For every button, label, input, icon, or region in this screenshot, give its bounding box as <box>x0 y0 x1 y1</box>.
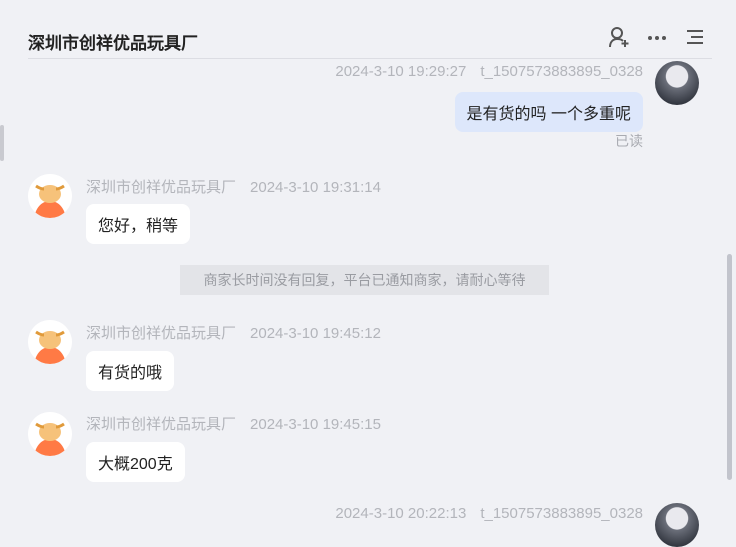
message-meta: 深圳市创祥优品玩具厂 2024-3-10 19:31:14 <box>86 176 381 197</box>
message-text: 有货的哦 <box>86 351 175 391</box>
message-text: 是有货的吗 一个多重呢 <box>454 92 643 132</box>
message-sender: 深圳市创祥优品玩具厂 <box>86 179 237 196</box>
message-text: 您好，稍等 <box>86 204 191 244</box>
user-add-icon[interactable] <box>608 26 630 48</box>
panel-resize-handle[interactable] <box>0 125 4 161</box>
message-time: 2024-3-10 19:45:12 <box>250 325 381 342</box>
shop-avatar[interactable] <box>28 320 72 364</box>
chat-title: 深圳市创祥优品玩具厂 <box>28 34 198 53</box>
message-sender: t_1507573883895_0328 <box>480 505 643 522</box>
system-notice: 商家长时间没有回复，平台已通知商家，请耐心等待 <box>180 265 549 295</box>
message-sender: 深圳市创祥优品玩具厂 <box>86 416 237 433</box>
menu-icon[interactable] <box>684 26 706 48</box>
user-avatar[interactable] <box>655 503 699 547</box>
message-sender: t_1507573883895_0328 <box>480 63 643 80</box>
chat-header: 深圳市创祥优品玩具厂 <box>28 0 712 59</box>
message-bubble: 是有货的吗 一个多重呢 <box>454 92 643 132</box>
shop-avatar[interactable] <box>28 412 72 456</box>
message-text: 大概200克 <box>86 442 185 482</box>
message-bubble: 您好，稍等 <box>86 204 191 244</box>
message-sender: 深圳市创祥优品玩具厂 <box>86 325 237 342</box>
message-meta: 深圳市创祥优品玩具厂 2024-3-10 19:45:15 <box>86 413 381 434</box>
message-time: 2024-3-10 19:29:27 <box>335 63 467 80</box>
shop-avatar[interactable] <box>28 174 72 218</box>
message-time: 2024-3-10 19:45:15 <box>250 416 381 433</box>
user-avatar[interactable] <box>655 61 699 105</box>
more-icon[interactable] <box>646 26 668 48</box>
message-bubble: 大概200克 <box>86 442 185 482</box>
message-meta: 2024-3-10 19:29:27 t_1507573883895_0328 <box>335 63 643 80</box>
read-status: 已读 <box>615 133 643 149</box>
message-time: 2024-3-10 20:22:13 <box>335 505 467 522</box>
message-bubble: 有货的哦 <box>86 351 175 391</box>
scrollbar[interactable] <box>727 254 732 480</box>
message-meta: 2024-3-10 20:22:13 t_1507573883895_0328 <box>335 505 643 522</box>
message-meta: 深圳市创祥优品玩具厂 2024-3-10 19:45:12 <box>86 322 381 343</box>
message-time: 2024-3-10 19:31:14 <box>250 179 381 196</box>
